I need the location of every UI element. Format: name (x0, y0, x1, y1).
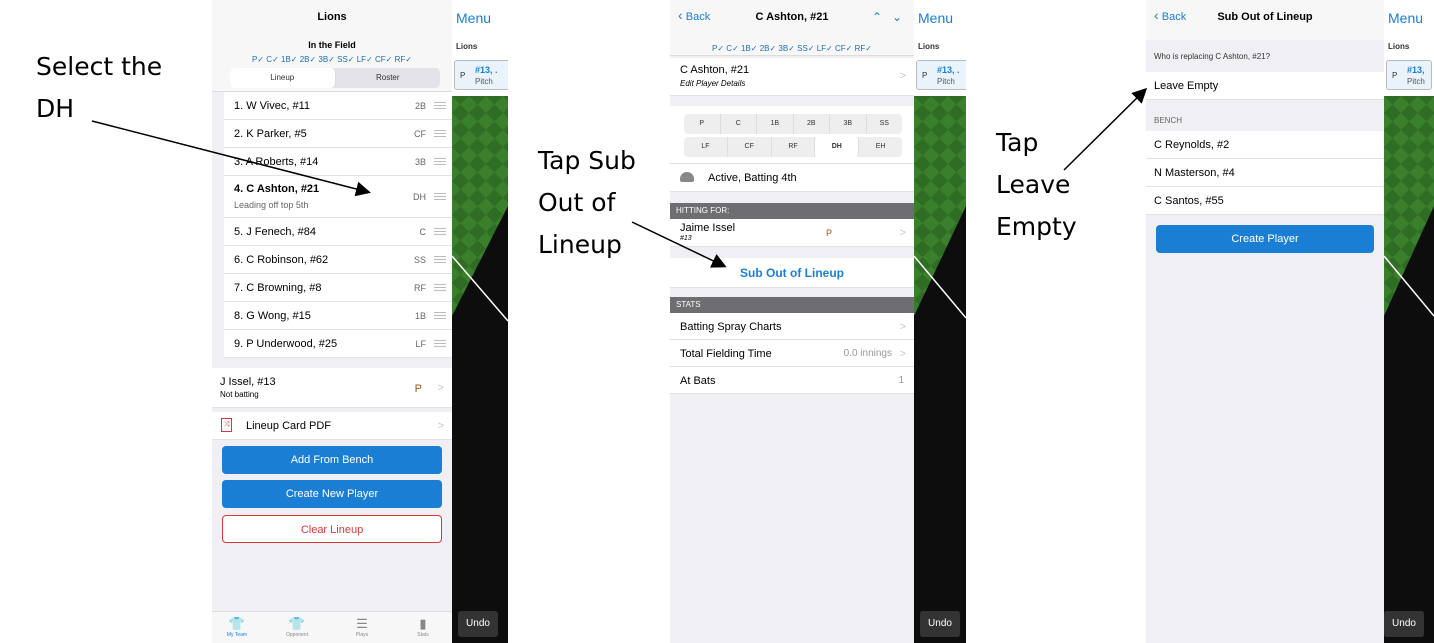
arrow-leave-empty (1063, 87, 1148, 171)
arrow-sub-out (631, 221, 727, 268)
arrow-select-dh (91, 120, 371, 197)
arrows-overlay (91, 87, 1148, 268)
